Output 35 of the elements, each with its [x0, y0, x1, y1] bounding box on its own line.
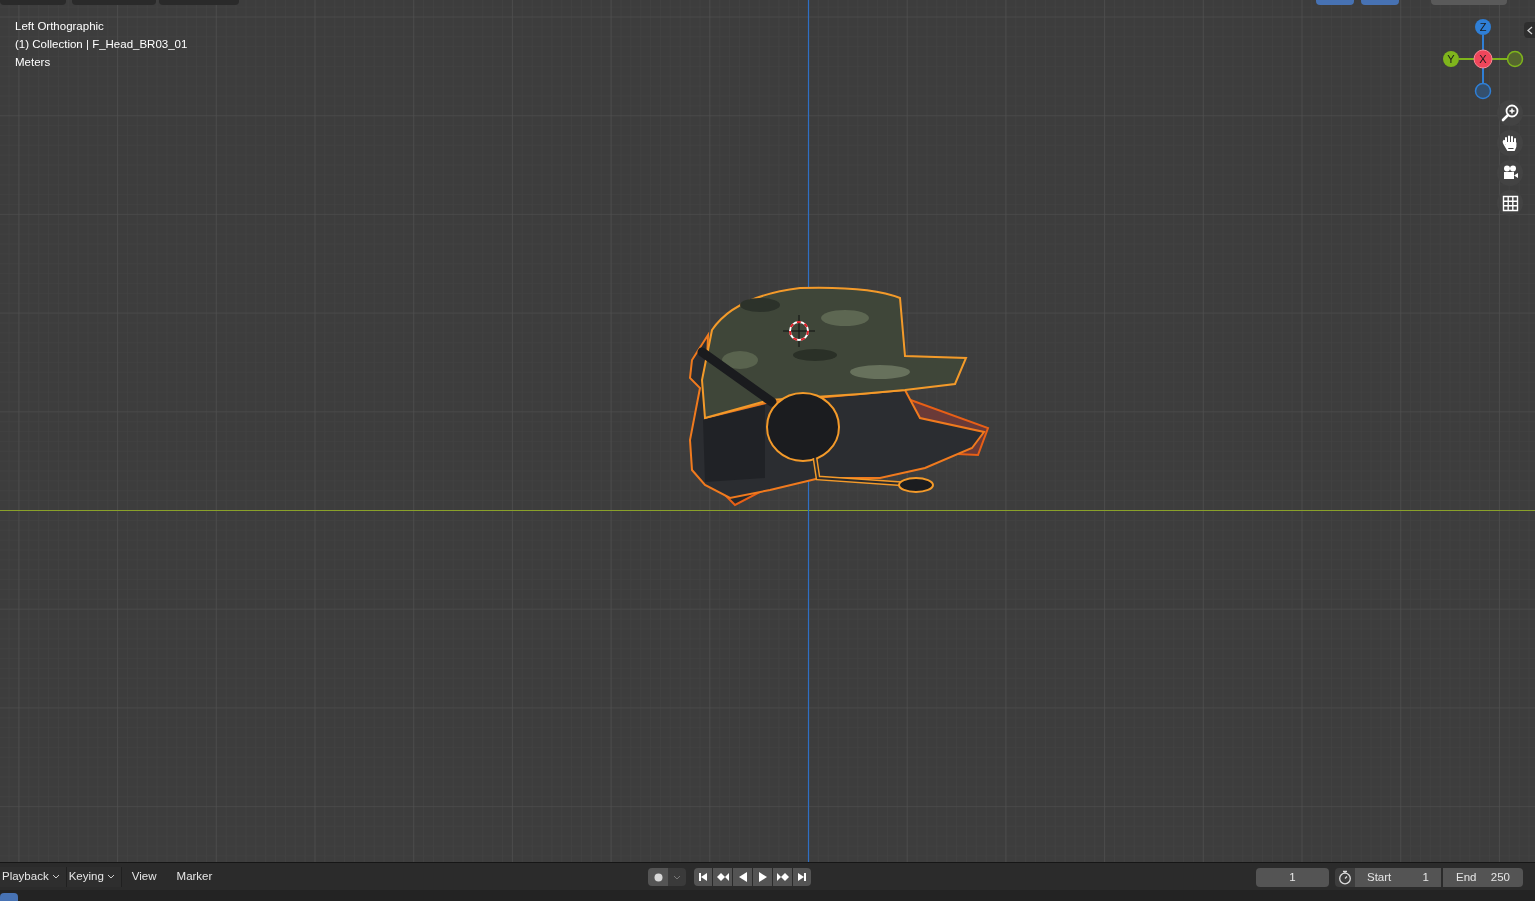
previous-keyframe-button[interactable]	[713, 868, 732, 886]
menu-item[interactable]: View	[121, 866, 167, 887]
menu-item[interactable]: Marker	[166, 866, 223, 887]
jump-end-button[interactable]	[793, 868, 811, 886]
axis-label: Y	[1447, 53, 1455, 65]
record-icon	[653, 872, 663, 882]
sidebar-toggle-icon[interactable]	[1524, 22, 1535, 38]
dropdown-menu[interactable]: Playback	[0, 866, 67, 887]
axis-label: X	[1479, 53, 1487, 65]
end-frame-field[interactable]: End 250	[1443, 868, 1523, 887]
next-keyframe-icon	[775, 872, 790, 882]
axis-gizmo[interactable]: Z Y X	[1443, 19, 1524, 100]
play-reverse-button[interactable]	[733, 868, 752, 886]
next-keyframe-button[interactable]	[773, 868, 792, 886]
play-reverse-icon	[737, 871, 748, 883]
jump-end-icon	[797, 872, 807, 882]
previous-keyframe-icon	[715, 872, 730, 882]
viewport-info-text: (1) Collection | F_Head_BR03_01	[15, 37, 188, 52]
axis-label: Z	[1479, 21, 1487, 33]
dropdown-menu[interactable]: Keying	[66, 866, 122, 887]
caret-icon	[51, 874, 60, 879]
caret-icon	[673, 874, 681, 880]
jump-start-icon	[698, 872, 708, 882]
jump-start-button[interactable]	[694, 868, 712, 886]
play-button[interactable]	[753, 868, 772, 886]
viewport-info-text: Left Orthographic	[15, 19, 105, 34]
cursor-icon	[782, 314, 816, 348]
stopwatch-icon[interactable]	[1335, 868, 1355, 887]
record-button[interactable]	[648, 868, 668, 886]
start-frame-field[interactable]: Start 1	[1355, 868, 1441, 887]
current-frame-field[interactable]: 1	[1256, 868, 1329, 887]
caret-icon	[106, 874, 115, 879]
playhead-marker[interactable]	[0, 893, 18, 901]
play-icon	[757, 871, 768, 883]
viewport-info-text: Meters	[15, 55, 52, 70]
